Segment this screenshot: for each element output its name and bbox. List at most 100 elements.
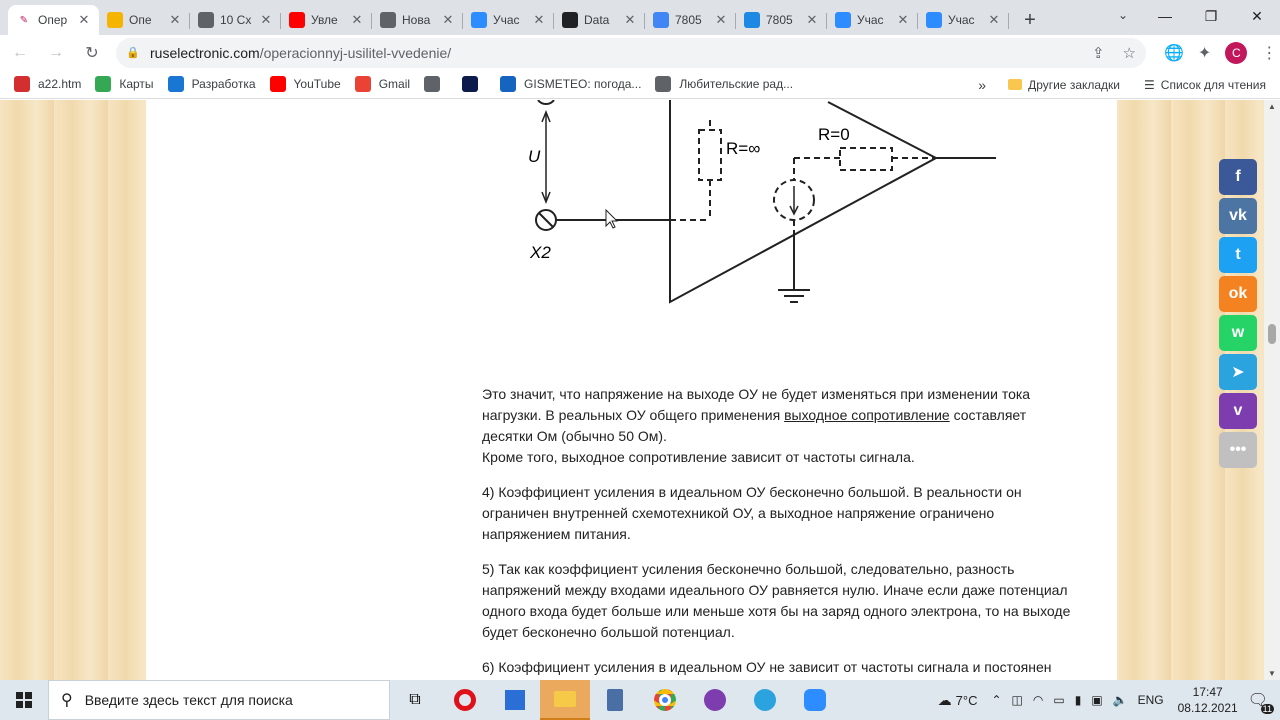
other-bookmarks[interactable]: Другие закладки [1028,78,1120,92]
bookmark-item[interactable] [424,76,448,92]
tab-close-icon[interactable]: ✕ [350,12,364,28]
scroll-thumb[interactable] [1268,324,1276,344]
extensions-icon[interactable]: ✦ [1198,43,1211,63]
browser-tab[interactable]: Data ✕ [554,5,645,35]
tab-favicon-icon [835,12,851,28]
bookmark-item[interactable]: YouTube [269,76,341,92]
tab-search-icon[interactable]: ⌄ [1118,8,1128,22]
bookmark-item[interactable]: Карты [95,76,154,92]
taskbar-search[interactable]: ⚲ Введите здесь текст для поиска [48,680,390,720]
browser-tab[interactable]: Опе ✕ [99,5,190,35]
whatsapp-share-button[interactable]: w [1219,315,1257,351]
tab-favicon-icon [744,12,760,28]
viber-icon[interactable] [690,680,740,720]
battery-icon[interactable]: ▮ [1075,693,1082,707]
facebook-share-button[interactable]: f [1219,159,1257,195]
telegram-share-button[interactable]: ➤ [1219,354,1257,390]
camera-icon[interactable]: ▣ [1091,693,1102,707]
page-scrollbar[interactable]: ▲ ▼ [1264,100,1280,680]
vk-share-button[interactable]: vk [1219,198,1257,234]
bookmark-item[interactable]: Разработка [167,76,256,92]
browser-tab[interactable]: ✎ Опер ✕ [8,5,99,35]
bookmark-item[interactable]: Любительские рад... [655,76,793,92]
more-share-button[interactable]: ••• [1219,432,1257,468]
display-icon[interactable]: ▭ [1053,693,1064,707]
zoom-icon[interactable] [790,680,840,720]
tab-close-icon[interactable]: ✕ [77,12,91,28]
viber-share-button[interactable]: v [1219,393,1257,429]
tab-close-icon[interactable]: ✕ [532,12,546,28]
maximize-button[interactable]: ❐ [1188,0,1234,32]
address-bar[interactable]: 🔒 ruselectronic.com/operacionnyj-usilite… [116,37,1146,68]
opera-icon[interactable] [440,680,490,720]
new-tab-button[interactable]: + [1015,5,1045,35]
scroll-up-arrow[interactable]: ▲ [1268,102,1276,111]
tab-close-icon[interactable]: ✕ [441,12,455,28]
tab-favicon-icon [653,12,669,28]
notifications-icon[interactable]: 🗨 11 [1248,690,1274,714]
browser-tab[interactable]: Увле ✕ [281,5,372,35]
weather-temp[interactable]: 7°C [956,693,978,708]
store-icon[interactable] [490,680,540,720]
windows-icon [16,692,32,708]
bookmark-item[interactable] [462,76,486,92]
chevron-up-icon[interactable]: ⌃ [991,693,1001,707]
minimize-button[interactable]: — [1142,0,1188,32]
translate-icon[interactable]: 🌐 [1164,43,1184,63]
start-button[interactable] [0,680,48,720]
browser-tab[interactable]: 7805 ✕ [736,5,827,35]
wifi-icon[interactable]: ◠ [1033,693,1043,707]
tab-close-icon[interactable]: ✕ [805,12,819,28]
tab-title: Учас [948,13,975,27]
bookmark-label: YouTube [293,77,341,91]
browser-tab[interactable]: Нова ✕ [372,5,463,35]
bookmark-item[interactable]: a22.htm [14,76,81,92]
tab-title: Увле [311,13,338,27]
profile-avatar[interactable]: C [1225,41,1248,64]
bookmark-item[interactable]: Gmail [354,76,410,92]
browser-tab[interactable]: Учас ✕ [827,5,918,35]
task-view-icon[interactable]: ⧉ [390,680,440,720]
tab-close-icon[interactable]: ✕ [623,12,637,28]
paragraph-6: 6) Коэффициент усиления в идеальном ОУ н… [482,659,1052,675]
tab-title: 10 Сх [220,13,252,27]
back-button[interactable]: ← [4,37,36,69]
reload-button[interactable]: ↻ [76,37,108,69]
language-indicator[interactable]: ENG [1138,693,1164,707]
calculator-icon[interactable] [590,680,640,720]
bookmark-label: Любительские рад... [679,77,794,91]
x2-label: X2 [529,243,551,262]
file-explorer-icon[interactable] [540,680,590,720]
close-window-button[interactable]: ✕ [1234,0,1280,32]
weather-icon[interactable]: ☁ [938,692,952,709]
tab-close-icon[interactable]: ✕ [259,12,273,28]
telegram-icon[interactable] [740,680,790,720]
twitter-share-button[interactable]: t [1219,237,1257,273]
reading-list[interactable]: Список для чтения [1161,78,1266,92]
scroll-down-arrow[interactable]: ▼ [1268,669,1276,678]
tab-favicon-icon [289,12,305,28]
share-page-icon[interactable]: ⇪ [1092,44,1105,62]
bookmark-item[interactable]: GISMETEO: погода... [500,76,641,92]
menu-icon[interactable]: ⋮ [1261,43,1277,63]
bookmark-star-icon[interactable]: ☆ [1123,44,1136,62]
tab-close-icon[interactable]: ✕ [168,12,182,28]
browser-tab[interactable]: 7805 ✕ [645,5,736,35]
browser-tab[interactable]: Учас ✕ [918,5,1009,35]
browser-tab[interactable]: Учас ✕ [463,5,554,35]
forward-button[interactable]: → [40,37,72,69]
tab-close-icon[interactable]: ✕ [714,12,728,28]
tab-title: 7805 [675,13,702,27]
tab-close-icon[interactable]: ✕ [987,12,1001,28]
volume-icon[interactable]: 🔈 [1113,693,1128,707]
network-icon[interactable]: ◫ [1012,693,1023,707]
u-label: U [528,147,541,166]
output-resistance-link[interactable]: выходное сопротивление [784,407,950,423]
clock[interactable]: 17:47 08.12.2021 [1178,684,1238,716]
odnoklassniki-share-button[interactable]: ok [1219,276,1257,312]
browser-tab[interactable]: 10 Сх ✕ [190,5,281,35]
chrome-icon[interactable] [640,680,690,720]
folder-icon [1008,79,1023,90]
bookmarks-overflow-button[interactable]: » [978,77,986,93]
tab-close-icon[interactable]: ✕ [896,12,910,28]
